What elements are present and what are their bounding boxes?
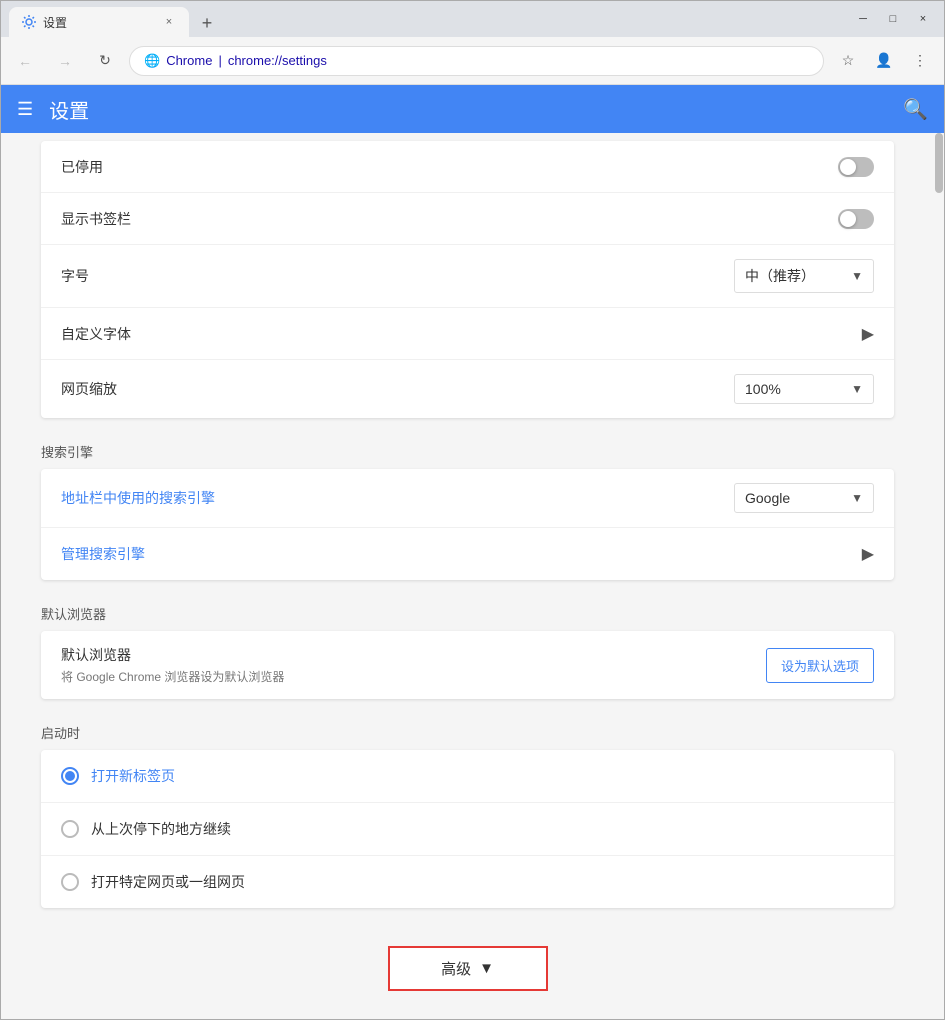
zoom-dropdown[interactable]: 100% ▼ — [734, 374, 874, 404]
bookmarks-toggle-knob — [840, 211, 856, 227]
default-browser-desc: 将 Google Chrome 浏览器设为默认浏览器 — [61, 668, 766, 685]
zoom-value: 100% — [745, 381, 845, 397]
tab-close-button[interactable]: × — [161, 14, 177, 30]
zoom-dropdown-arrow: ▼ — [851, 382, 863, 396]
startup-radio-3[interactable] — [61, 873, 79, 891]
advanced-section: 高级 ▼ — [1, 916, 934, 1019]
disabled-label: 已停用 — [61, 157, 838, 177]
tab-title: 设置 — [43, 14, 155, 31]
default-browser-row: 默认浏览器 将 Google Chrome 浏览器设为默认浏览器 设为默认选项 — [41, 631, 894, 699]
startup-label-3: 打开特定网页或一组网页 — [91, 872, 245, 892]
disabled-row: 已停用 — [41, 141, 894, 193]
url-brand: Chrome — [166, 53, 212, 68]
forward-button[interactable]: → — [49, 45, 81, 77]
startup-card: 打开新标签页 从上次停下的地方继续 打开特定网页或一组网页 — [41, 750, 894, 908]
startup-option-2[interactable]: 从上次停下的地方继续 — [41, 803, 894, 856]
default-browser-info: 默认浏览器 将 Google Chrome 浏览器设为默认浏览器 — [61, 645, 766, 685]
search-engine-dropdown-arrow: ▼ — [851, 491, 863, 505]
advanced-arrow: ▼ — [479, 960, 494, 977]
font-size-label: 字号 — [61, 266, 734, 286]
profile-button[interactable]: 👤 — [868, 45, 900, 77]
startup-label-2: 从上次停下的地方继续 — [91, 819, 231, 839]
url-separator: | — [218, 53, 221, 68]
manage-search-row[interactable]: 管理搜索引擎 ▶ — [41, 528, 894, 580]
default-browser-title: 默认浏览器 — [61, 645, 766, 665]
maximize-button[interactable]: □ — [880, 9, 906, 29]
font-size-row: 字号 中（推荐） ▼ — [41, 245, 894, 308]
address-bar-search-label: 地址栏中使用的搜索引擎 — [61, 488, 734, 508]
site-icon: 🌐 — [144, 53, 160, 69]
address-bar: ← → ↻ 🌐 Chrome | chrome://settings ☆ 👤 ⋮ — [1, 37, 944, 85]
bookmarks-row: 显示书签栏 — [41, 193, 894, 245]
font-size-dropdown[interactable]: 中（推荐） ▼ — [734, 259, 874, 293]
header-search-button[interactable]: 🔍 — [903, 97, 928, 122]
zoom-row: 网页缩放 100% ▼ — [41, 360, 894, 418]
scrollbar[interactable] — [934, 133, 944, 1019]
search-engine-card: 地址栏中使用的搜索引擎 Google ▼ 管理搜索引擎 ▶ — [41, 469, 894, 580]
advanced-label: 高级 — [441, 958, 471, 979]
bookmark-button[interactable]: ☆ — [832, 45, 864, 77]
scroll-track[interactable] — [934, 133, 944, 1019]
search-engine-heading: 搜索引擎 — [1, 426, 934, 469]
appearance-card: 已停用 显示书签栏 字号 中（推荐） ▼ — [41, 141, 894, 418]
startup-label-1: 打开新标签页 — [91, 766, 175, 786]
default-browser-card: 默认浏览器 将 Google Chrome 浏览器设为默认浏览器 设为默认选项 — [41, 631, 894, 699]
bookmarks-label: 显示书签栏 — [61, 209, 838, 229]
font-size-value: 中（推荐） — [745, 266, 845, 286]
disabled-toggle[interactable] — [838, 157, 874, 177]
startup-heading: 启动时 — [1, 707, 934, 750]
address-right-buttons: ☆ 👤 ⋮ — [832, 45, 936, 77]
startup-option-3[interactable]: 打开特定网页或一组网页 — [41, 856, 894, 908]
close-button[interactable]: × — [910, 9, 936, 29]
custom-font-row[interactable]: 自定义字体 ▶ — [41, 308, 894, 360]
menu-button[interactable]: ⋮ — [904, 45, 936, 77]
zoom-label: 网页缩放 — [61, 379, 734, 399]
manage-search-label: 管理搜索引擎 — [61, 544, 862, 564]
custom-font-label: 自定义字体 — [61, 324, 862, 344]
title-bar: 设置 × + ─ □ × — [1, 1, 944, 37]
disabled-toggle-knob — [840, 159, 856, 175]
search-engine-value: Google — [745, 490, 845, 506]
startup-radio-1[interactable] — [61, 767, 79, 785]
hamburger-menu[interactable]: ☰ — [17, 99, 33, 120]
refresh-button[interactable]: ↻ — [89, 45, 121, 77]
advanced-button[interactable]: 高级 ▼ — [388, 946, 548, 991]
app-header: ☰ 设置 🔍 — [1, 85, 944, 133]
custom-font-chevron: ▶ — [862, 324, 874, 344]
set-default-button[interactable]: 设为默认选项 — [766, 648, 874, 683]
main-content: 已停用 显示书签栏 字号 中（推荐） ▼ — [1, 133, 934, 1019]
address-input[interactable]: 🌐 Chrome | chrome://settings — [129, 46, 824, 76]
scroll-thumb[interactable] — [935, 133, 943, 193]
url-path: chrome://settings — [228, 53, 327, 68]
startup-radio-2[interactable] — [61, 820, 79, 838]
address-bar-search-row: 地址栏中使用的搜索引擎 Google ▼ — [41, 469, 894, 528]
search-engine-dropdown[interactable]: Google ▼ — [734, 483, 874, 513]
font-size-dropdown-arrow: ▼ — [851, 269, 863, 283]
new-tab-button[interactable]: + — [193, 9, 221, 37]
window-controls: ─ □ × — [850, 9, 936, 29]
back-button[interactable]: ← — [9, 45, 41, 77]
startup-radio-1-inner — [65, 771, 75, 781]
tab-settings-icon — [21, 14, 37, 30]
bookmarks-toggle[interactable] — [838, 209, 874, 229]
default-browser-heading: 默认浏览器 — [1, 588, 934, 631]
app-title: 设置 — [49, 95, 89, 124]
content-area: 已停用 显示书签栏 字号 中（推荐） ▼ — [1, 133, 944, 1019]
tab-area: 设置 × + — [9, 1, 850, 37]
startup-option-1[interactable]: 打开新标签页 — [41, 750, 894, 803]
minimize-button[interactable]: ─ — [850, 9, 876, 29]
window-frame: 设置 × + ─ □ × ← → ↻ 🌐 Chrome | chrome://s… — [0, 0, 945, 1020]
active-tab[interactable]: 设置 × — [9, 7, 189, 37]
manage-search-chevron: ▶ — [862, 544, 874, 564]
